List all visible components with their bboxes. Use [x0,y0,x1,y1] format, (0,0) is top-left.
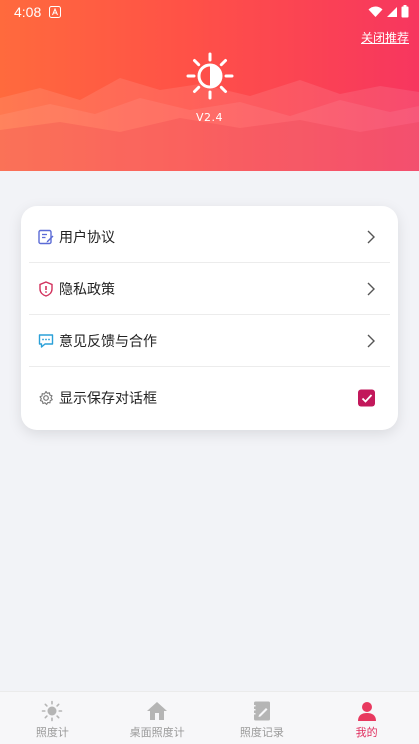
gear-icon [39,390,53,405]
settings-card: 用户协议 隐私政策 意见反馈与合作 显示保存对话框 [21,206,398,430]
settings-item-feedback[interactable]: 意见反馈与合作 [21,315,398,367]
notebook-icon [252,701,270,721]
document-edit-icon [38,229,54,245]
nav-label: 照度计 [35,726,69,739]
home-icon [147,702,168,720]
settings-item-label: 显示保存对话框 [59,391,157,407]
nav-item-illuminometer[interactable]: 照度计 [0,692,105,744]
settings-item-label: 用户协议 [59,230,115,246]
bottom-navigation: 照度计 桌面照度计 照度记录 我的 [0,691,419,744]
settings-item-label: 隐私政策 [59,282,115,298]
chevron-right-icon [367,282,375,296]
nav-item-desktop-illuminometer[interactable]: 桌面照度计 [105,692,210,744]
nav-item-mine[interactable]: 我的 [314,692,419,744]
header-banner: 4:08 关闭推荐 V2.4 [0,0,419,171]
nav-label: 我的 [355,726,378,739]
divider [29,366,390,367]
wifi-icon [368,6,383,17]
chevron-right-icon [367,230,375,244]
settings-item-user-agreement[interactable]: 用户协议 [21,211,398,263]
nav-label: 照度记录 [239,726,284,739]
notification-app-icon [49,6,61,18]
checkmark-icon [361,393,372,403]
nav-label: 桌面照度计 [129,726,185,739]
battery-icon [401,5,409,18]
chat-bubble-icon [38,334,54,348]
status-bar: 4:08 [0,0,419,24]
save-dialog-checkbox[interactable] [358,389,375,407]
person-icon [357,702,376,721]
nav-item-records[interactable]: 照度记录 [210,692,315,744]
shield-icon [39,281,53,297]
settings-item-show-save-dialog[interactable]: 显示保存对话框 [21,372,398,424]
settings-item-privacy-policy[interactable]: 隐私政策 [21,263,398,315]
close-recommend-link[interactable]: 关闭推荐 [361,29,409,46]
chevron-right-icon [367,334,375,348]
status-time: 4:08 [14,4,42,20]
brightness-logo-icon [186,52,234,100]
app-version: V2.4 [195,111,224,124]
sun-icon [42,700,63,722]
signal-icon [387,6,397,17]
settings-item-label: 意见反馈与合作 [59,334,157,350]
